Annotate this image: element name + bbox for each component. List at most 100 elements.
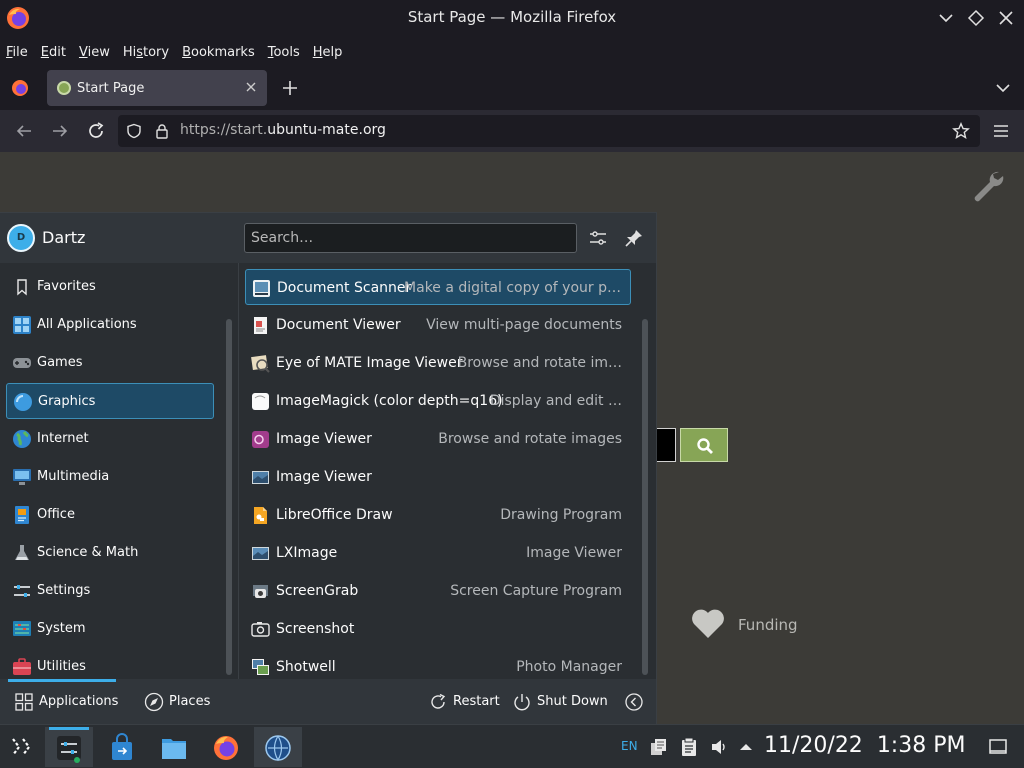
avatar[interactable]: D bbox=[7, 224, 35, 252]
reload-icon[interactable] bbox=[86, 121, 106, 141]
category-favorites[interactable]: Favorites bbox=[6, 269, 214, 305]
back-arrow-icon[interactable] bbox=[14, 121, 34, 141]
heart-icon[interactable] bbox=[690, 608, 726, 640]
taskbar-discover-app[interactable] bbox=[98, 727, 146, 767]
app-image-viewer-2[interactable]: Image Viewer bbox=[245, 459, 631, 495]
category-label: Games bbox=[37, 355, 83, 370]
notes-icon[interactable] bbox=[680, 737, 698, 757]
keyboard-layout-indicator[interactable]: EN bbox=[621, 739, 638, 753]
app-eye-of-mate-image-viewer[interactable]: Eye of MATE Image Viewer Browse and rota… bbox=[245, 345, 631, 381]
shopping-bag-icon bbox=[112, 733, 132, 760]
app-image-viewer[interactable]: Image Viewer Browse and rotate images bbox=[245, 421, 631, 457]
menu-edit[interactable]: Edit bbox=[41, 45, 66, 60]
close-tab-icon[interactable] bbox=[243, 79, 259, 95]
hamburger-menu-icon[interactable] bbox=[992, 122, 1010, 140]
category-settings[interactable]: Settings bbox=[6, 573, 214, 609]
screenshot-icon bbox=[251, 622, 270, 637]
site-search-button[interactable] bbox=[680, 428, 728, 462]
system-settings-icon bbox=[57, 736, 81, 763]
shutdown-button[interactable]: Shut Down bbox=[512, 691, 608, 713]
tab-start-page[interactable]: Start Page bbox=[47, 70, 267, 106]
menu-help[interactable]: Help bbox=[313, 45, 343, 60]
configure-sliders-icon[interactable] bbox=[588, 228, 608, 248]
app-shotwell[interactable]: Shotwell Photo Manager bbox=[245, 649, 631, 679]
category-system[interactable]: System bbox=[6, 611, 214, 647]
category-label: Office bbox=[37, 507, 75, 522]
category-utilities[interactable]: Utilities bbox=[6, 649, 214, 679]
menu-file[interactable]: File bbox=[6, 45, 28, 60]
scanner-icon bbox=[253, 280, 270, 297]
pin-icon[interactable] bbox=[624, 228, 644, 248]
taskbar-browser-window[interactable] bbox=[254, 727, 302, 767]
category-internet[interactable]: Internet bbox=[6, 421, 214, 457]
volume-icon[interactable] bbox=[709, 737, 729, 757]
category-all-applications[interactable]: All Applications bbox=[6, 307, 214, 343]
tab-label: Start Page bbox=[77, 81, 145, 96]
shotwell-icon bbox=[252, 659, 269, 675]
category-label: Utilities bbox=[37, 659, 86, 674]
globe-icon bbox=[13, 430, 31, 448]
url-bar[interactable]: https://start.ubuntu-mate.org bbox=[118, 115, 980, 147]
url-text[interactable]: https://start.ubuntu-mate.org bbox=[180, 122, 386, 138]
app-libreoffice-draw[interactable]: LibreOffice Draw Drawing Program bbox=[245, 497, 631, 533]
app-document-viewer[interactable]: Document Viewer View multi-page document… bbox=[245, 307, 631, 343]
maximize-icon[interactable] bbox=[966, 8, 986, 28]
minimize-icon[interactable] bbox=[936, 8, 956, 28]
clock-date: 11/20/22 bbox=[764, 733, 863, 758]
category-games[interactable]: Games bbox=[6, 345, 214, 381]
graphics-icon bbox=[14, 393, 32, 411]
category-multimedia[interactable]: Multimedia bbox=[6, 459, 214, 495]
category-office[interactable]: Office bbox=[6, 497, 214, 533]
tracking-protection-shield-icon[interactable] bbox=[126, 123, 142, 139]
leave-menu-button[interactable] bbox=[624, 691, 644, 713]
system-tray-expand-icon[interactable] bbox=[738, 737, 754, 757]
new-tab-plus-icon[interactable] bbox=[280, 78, 300, 98]
restart-label: Restart bbox=[453, 694, 500, 709]
app-name: Image Viewer bbox=[276, 469, 372, 485]
app-description: Browse and rotate images bbox=[438, 431, 622, 447]
tab-places[interactable]: Places bbox=[144, 691, 214, 713]
app-name: LXImage bbox=[276, 545, 338, 561]
clipboard-icon[interactable] bbox=[649, 737, 669, 757]
bookmark-star-icon[interactable] bbox=[952, 122, 970, 140]
forward-arrow-icon[interactable] bbox=[50, 121, 70, 141]
tab-applications-label: Applications bbox=[39, 694, 119, 709]
app-lximage[interactable]: LXImage Image Viewer bbox=[245, 535, 631, 571]
app-imagemagick[interactable]: ImageMagick (color depth=q16) Display an… bbox=[245, 383, 631, 419]
taskbar-file-manager-app[interactable] bbox=[150, 727, 198, 767]
app-document-scanner[interactable]: Document Scanner Make a digital copy of … bbox=[245, 269, 631, 305]
image-viewer-icon bbox=[252, 431, 269, 448]
menu-history[interactable]: History bbox=[123, 45, 169, 60]
tab-applications[interactable]: Applications bbox=[14, 691, 118, 713]
application-launcher-icon[interactable] bbox=[9, 735, 35, 759]
menu-view[interactable]: View bbox=[79, 45, 110, 60]
close-window-icon[interactable] bbox=[996, 8, 1016, 28]
app-description: Make a digital copy of your p… bbox=[404, 280, 621, 296]
category-label: Graphics bbox=[38, 394, 96, 409]
list-all-tabs-chevron-icon[interactable] bbox=[994, 79, 1012, 97]
launcher-search-field[interactable] bbox=[244, 223, 577, 253]
clock[interactable]: 11/20/22 1:38 PM bbox=[764, 733, 965, 758]
category-scrollbar[interactable] bbox=[226, 319, 232, 675]
launcher-search-input[interactable] bbox=[245, 224, 576, 252]
restart-button[interactable]: Restart bbox=[428, 691, 500, 713]
funding-link[interactable]: Funding bbox=[738, 616, 798, 634]
lock-icon[interactable] bbox=[154, 123, 170, 139]
bookmark-icon bbox=[17, 279, 27, 296]
category-science-math[interactable]: Science & Math bbox=[6, 535, 214, 571]
category-graphics[interactable]: Graphics bbox=[6, 383, 214, 419]
show-desktop-icon[interactable] bbox=[988, 737, 1008, 757]
menu-bookmarks[interactable]: Bookmarks bbox=[182, 45, 255, 60]
taskbar-settings-app[interactable] bbox=[45, 727, 93, 767]
firefox-view-icon[interactable] bbox=[10, 78, 30, 98]
app-screengrab[interactable]: ScreenGrab Screen Capture Program bbox=[245, 573, 631, 609]
taskbar-firefox-app[interactable] bbox=[202, 727, 250, 767]
launcher-header: D Dartz bbox=[0, 213, 656, 263]
menu-tools[interactable]: Tools bbox=[268, 45, 300, 60]
wrench-settings-icon[interactable] bbox=[970, 168, 1006, 204]
site-search-input[interactable] bbox=[654, 428, 676, 462]
app-description: Screen Capture Program bbox=[450, 583, 622, 599]
application-scrollbar[interactable] bbox=[642, 319, 648, 675]
app-screenshot[interactable]: Screenshot bbox=[245, 611, 631, 647]
utilities-icon bbox=[13, 658, 31, 675]
